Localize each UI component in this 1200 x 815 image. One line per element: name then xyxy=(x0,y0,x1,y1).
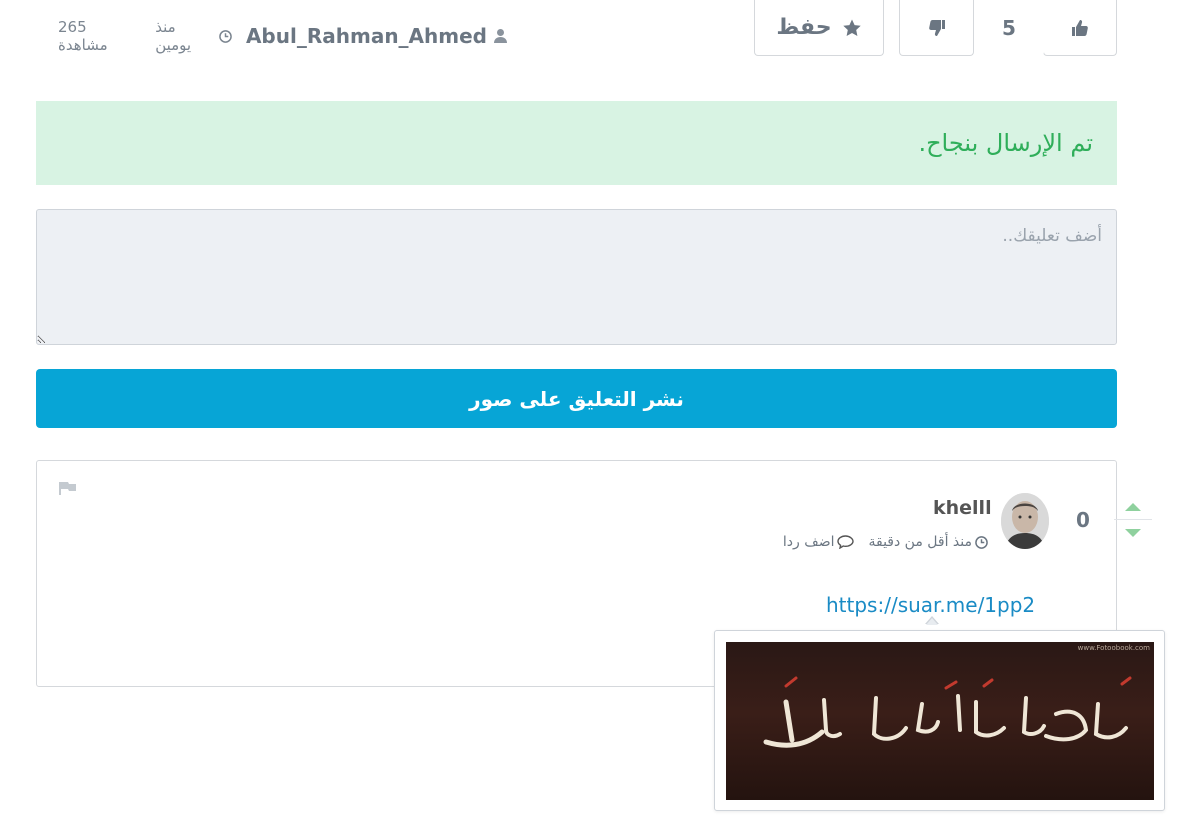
comment-input[interactable] xyxy=(36,209,1117,345)
popup-caret-inner xyxy=(926,618,938,625)
comment-author[interactable]: khelll xyxy=(933,497,992,519)
vote-count: 5 xyxy=(974,0,1044,56)
speech-bubble-icon xyxy=(837,535,855,549)
comment-time: منذ أقل من دقيقة xyxy=(868,534,972,550)
save-button[interactable]: حفظ xyxy=(754,0,884,56)
like-button[interactable] xyxy=(1043,0,1117,56)
publish-comment-label: نشر التعليق على صور xyxy=(469,386,684,411)
comment-meta: اضف ردا منذ أقل من دقيقة xyxy=(740,531,988,553)
thumbs-up-icon xyxy=(1070,18,1090,38)
post-author[interactable]: Abul_Rahman_Ahmed xyxy=(246,24,487,48)
avatar[interactable] xyxy=(1001,493,1049,549)
comment-vote-count: 0 xyxy=(1076,508,1090,532)
clock-icon xyxy=(975,535,988,549)
calligraphy-artwork xyxy=(763,676,1132,748)
reply-link[interactable]: اضف ردا xyxy=(783,534,835,550)
thumbs-down-icon xyxy=(927,18,947,38)
save-label: حفظ xyxy=(776,15,832,40)
vote-divider xyxy=(1114,519,1152,520)
vote-count-label: 5 xyxy=(1002,16,1016,40)
post-time: منذ يومين xyxy=(155,18,192,54)
views-count: 265 مشاهدة xyxy=(58,18,108,54)
user-icon xyxy=(493,28,508,44)
success-alert-message: تم الإرسال بنجاح. xyxy=(918,129,1093,157)
upvote-arrow-icon[interactable] xyxy=(1124,502,1142,512)
dislike-button[interactable] xyxy=(899,0,974,56)
clock-icon xyxy=(219,29,232,43)
link-preview-image[interactable]: www.Fotoobook.com xyxy=(726,642,1154,800)
success-alert: تم الإرسال بنجاح. xyxy=(36,101,1117,185)
downvote-arrow-icon[interactable] xyxy=(1124,528,1142,538)
post-meta: 265 مشاهدة منذ يومين Abul_Rahman_Ahmed xyxy=(58,18,508,54)
comment-link[interactable]: https://suar.me/1pp2 xyxy=(826,593,1035,617)
star-icon xyxy=(842,18,862,38)
publish-comment-button[interactable]: نشر التعليق على صور xyxy=(36,369,1117,428)
flag-icon[interactable] xyxy=(59,481,77,495)
